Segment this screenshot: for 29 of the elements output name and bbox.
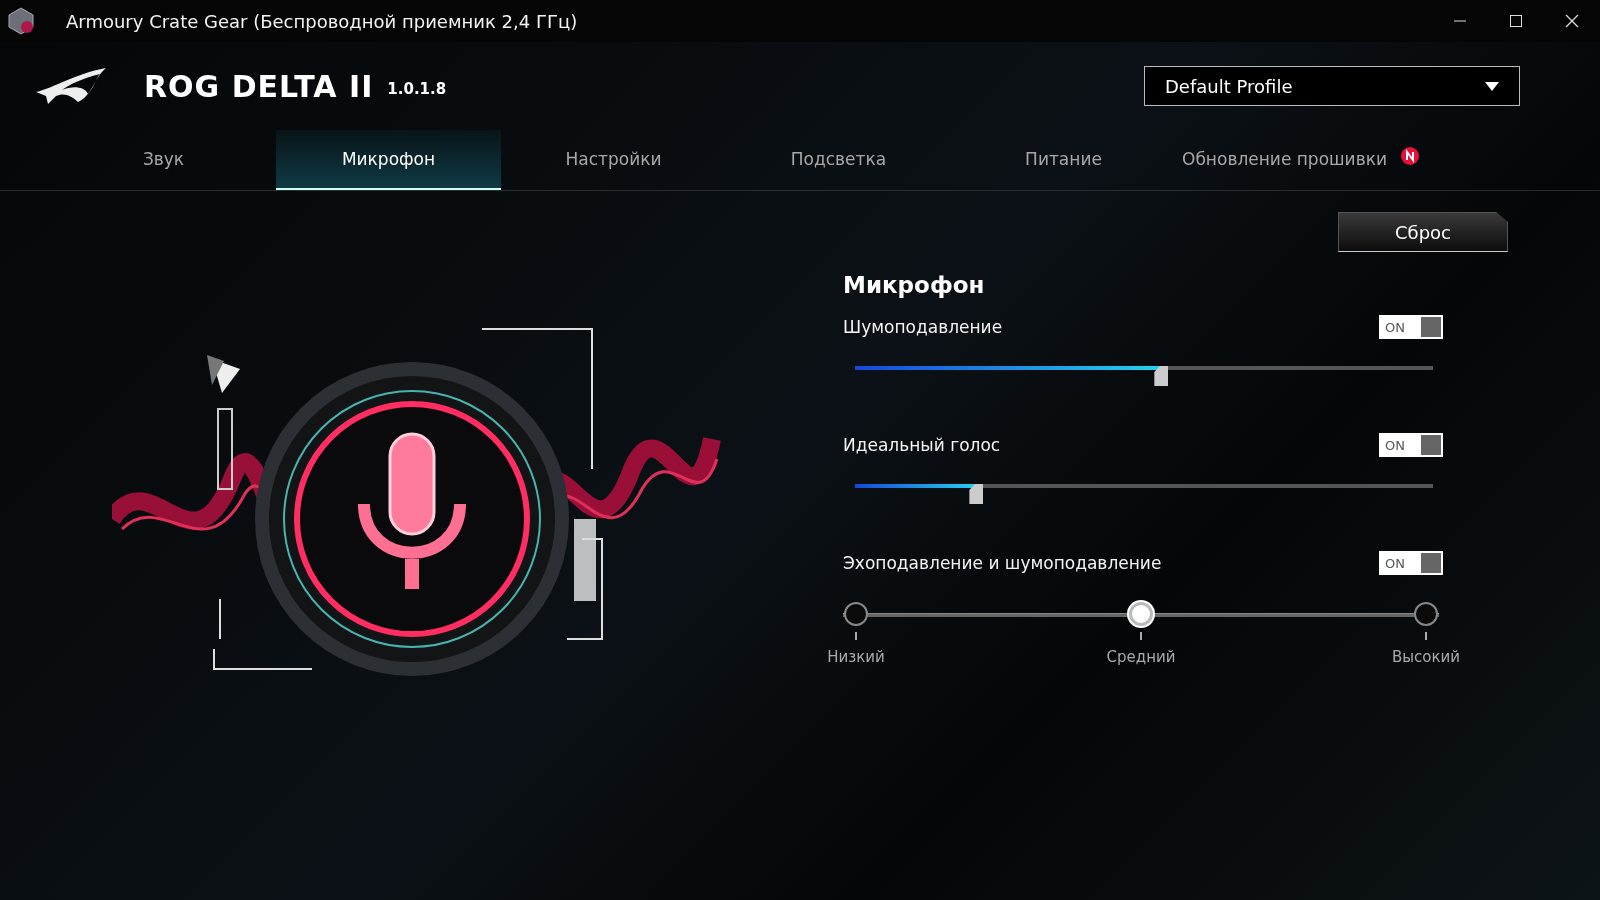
window-title: Armoury Crate Gear (Беспроводной приемник 2,4 ГГц) bbox=[66, 10, 578, 32]
profile-dropdown[interactable]: Default Profile bbox=[1144, 66, 1520, 106]
setting-label: Шумоподавление bbox=[843, 317, 1003, 337]
tab[interactable]: Звук bbox=[51, 130, 276, 190]
app-icon bbox=[6, 6, 36, 36]
level-label: Средний bbox=[1106, 648, 1176, 666]
level-option[interactable] bbox=[1129, 602, 1153, 626]
maximize-icon bbox=[1509, 14, 1523, 28]
setting-label: Идеальный голос bbox=[843, 435, 1001, 455]
tab[interactable]: Обновление прошивки bbox=[1176, 130, 1425, 190]
reset-button[interactable]: Сброс bbox=[1338, 212, 1508, 252]
caret-icon bbox=[1485, 81, 1499, 91]
slider-thumb[interactable] bbox=[1154, 366, 1169, 386]
setting-label: Эхоподавление и шумоподавление bbox=[843, 553, 1162, 573]
firmware-version: 1.0.1.8 bbox=[387, 80, 447, 98]
tab[interactable]: Питание bbox=[951, 130, 1176, 190]
tab[interactable]: Подсветка bbox=[726, 130, 951, 190]
tab[interactable]: Настройки bbox=[501, 130, 726, 190]
slider-thumb[interactable] bbox=[969, 484, 984, 504]
section-heading: Микрофон bbox=[843, 272, 986, 298]
level-label: Низкий bbox=[827, 648, 885, 666]
toggle-switch[interactable]: ON bbox=[1379, 315, 1443, 339]
level-label: Высокий bbox=[1391, 648, 1461, 666]
tab[interactable]: Микрофон bbox=[276, 130, 501, 190]
close-icon bbox=[1565, 14, 1579, 28]
product-name: ROG DELTA II bbox=[144, 68, 374, 104]
toggle-switch[interactable]: ON bbox=[1379, 551, 1443, 575]
eye-logo-icon bbox=[34, 66, 108, 106]
toggle-switch[interactable]: ON bbox=[1379, 433, 1443, 457]
